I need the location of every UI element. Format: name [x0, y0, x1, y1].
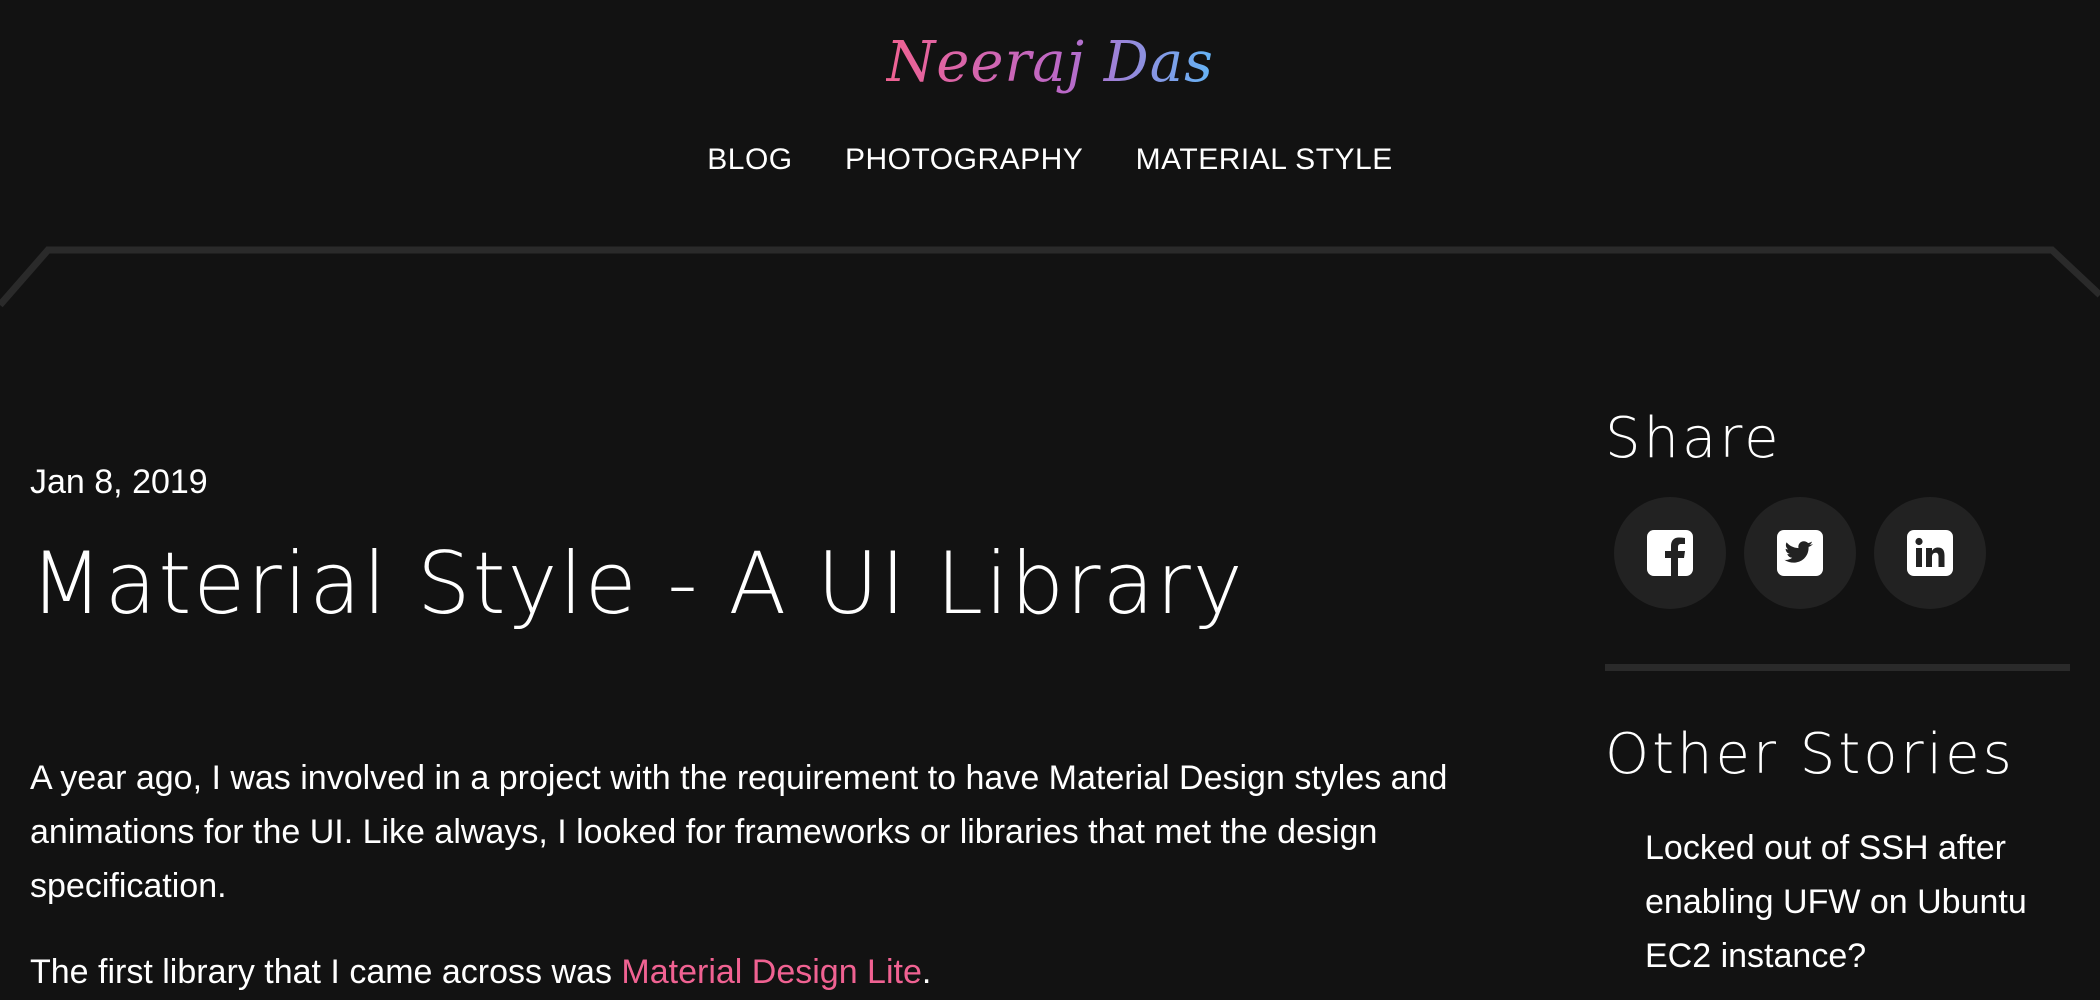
- other-stories-heading: Other Stories: [1605, 722, 2015, 787]
- nav-item-photography[interactable]: PHOTOGRAPHY: [845, 143, 1083, 176]
- facebook-icon: [1647, 530, 1693, 576]
- material-design-lite-link[interactable]: Material Design Lite: [621, 953, 921, 991]
- twitter-icon: [1777, 530, 1823, 576]
- share-buttons: [1614, 497, 2075, 609]
- post-title: Material Style - A UI Library: [30, 534, 1245, 634]
- post-paragraph: The first library that I came across was…: [30, 945, 1560, 999]
- paragraph-text: .: [921, 953, 932, 991]
- nav-item-blog[interactable]: BLOG: [707, 143, 792, 176]
- site-logo-text[interactable]: Neeraj Das: [886, 30, 1214, 95]
- post-date: Jan 8, 2019: [30, 463, 208, 501]
- share-twitter-button[interactable]: [1744, 497, 1856, 609]
- sidebar-divider: [1605, 664, 2070, 671]
- article: Jan 8, 2019 Material Style - A UI Librar…: [30, 455, 1560, 999]
- story-link[interactable]: Locked out of SSH after enabling UFW on …: [1645, 821, 2045, 983]
- site-logo[interactable]: Neeraj Das: [0, 28, 2100, 98]
- share-linkedin-button[interactable]: [1874, 497, 1986, 609]
- linkedin-icon: [1907, 530, 1953, 576]
- share-heading: Share: [1605, 406, 1782, 471]
- sidebar: Share Other Stories Locked out of SSH af…: [1605, 403, 2075, 983]
- post-paragraph: A year ago, I was involved in a project …: [30, 759, 1448, 905]
- paragraph-text: The first library that I came across was: [30, 953, 622, 991]
- other-stories-list: Locked out of SSH after enabling UFW on …: [1605, 821, 2075, 983]
- share-facebook-button[interactable]: [1614, 497, 1726, 609]
- content-frame-border: [0, 246, 2100, 308]
- nav-item-material-style[interactable]: MATERIAL STYLE: [1136, 143, 1393, 176]
- main-nav: BLOG PHOTOGRAPHY MATERIAL STYLE: [0, 140, 2100, 180]
- site-header: Neeraj Das BLOG PHOTOGRAPHY MATERIAL STY…: [0, 0, 2100, 250]
- list-item: Locked out of SSH after enabling UFW on …: [1645, 821, 2075, 983]
